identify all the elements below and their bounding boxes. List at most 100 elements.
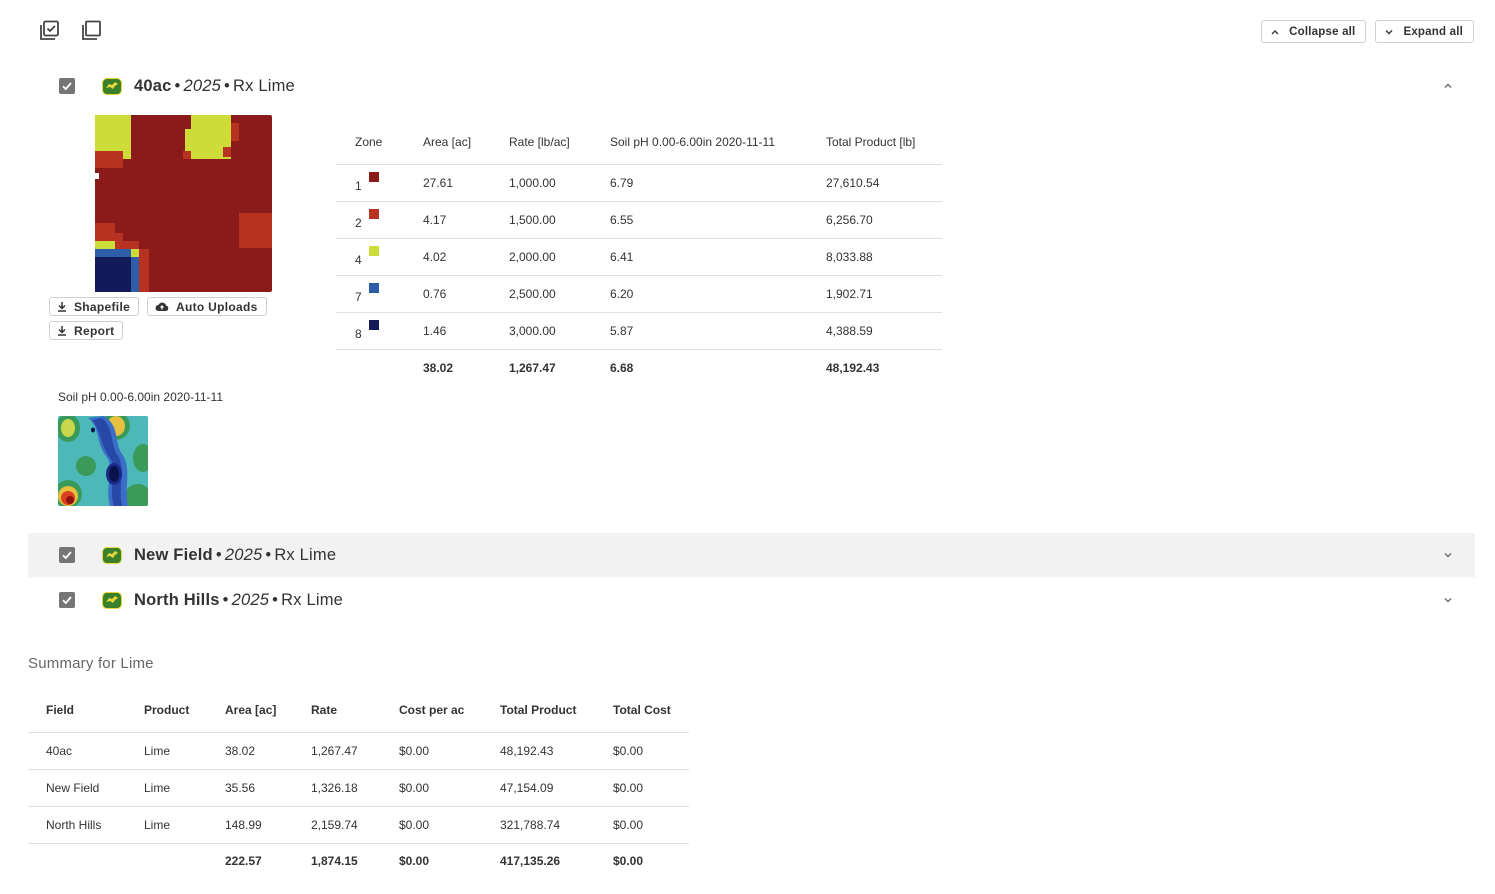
chevron-up-icon[interactable] xyxy=(1441,79,1455,93)
chevron-down-icon[interactable] xyxy=(1441,548,1455,562)
zone-rate: 1,000.00 xyxy=(490,164,591,202)
zone-area: 4.02 xyxy=(404,238,490,276)
zone-total: 4,388.59 xyxy=(807,312,942,350)
separator: • xyxy=(174,76,181,95)
john-deere-logo xyxy=(102,591,122,609)
summary-product: Lime xyxy=(126,806,207,844)
zone-row: 4 4.02 2,000.00 6.41 8,033.88 xyxy=(336,238,942,276)
zone-row: 8 1.46 3,000.00 5.87 4,388.59 xyxy=(336,312,942,350)
john-deere-logo xyxy=(102,546,122,564)
summary-product: Lime xyxy=(126,769,207,807)
zone-ph: 6.20 xyxy=(591,275,807,313)
summary-field: North Hills xyxy=(28,806,126,844)
download-shapefile-button[interactable]: Shapefile xyxy=(49,297,140,316)
summary-total-product-header: Total Product xyxy=(482,688,595,733)
summary-totals-row: 222.57 1,874.15 $0.00 417,135.26 $0.00 xyxy=(28,843,689,879)
summary-title: Summary for Lime xyxy=(28,655,154,672)
zone-total-product: 48,192.43 xyxy=(826,360,880,375)
field-checkbox[interactable] xyxy=(59,592,75,608)
zone-color-swatch xyxy=(368,209,379,219)
chevron-up-icon xyxy=(1271,29,1279,34)
zone-total-rate: 1,267.47 xyxy=(509,360,556,375)
summary-table: Field Product Area [ac] Rate Cost per ac… xyxy=(28,688,689,879)
separator: • xyxy=(272,590,279,609)
zone-id: 2 xyxy=(355,216,362,230)
zone-rate: 2,500.00 xyxy=(490,275,591,313)
summary-area-header: Area [ac] xyxy=(207,688,293,733)
summary-total-area: 222.57 xyxy=(225,854,262,869)
select-all-icon[interactable] xyxy=(38,19,60,41)
zone-row: 2 4.17 1,500.00 6.55 6,256.70 xyxy=(336,201,942,239)
field-header-new-field[interactable]: New Field • 2025 • Rx Lime xyxy=(28,533,1475,577)
summary-total-rate: 1,874.15 xyxy=(311,854,358,869)
auto-uploads-label: Auto Uploads xyxy=(176,299,258,314)
zone-table-header: Zone Area [ac] Rate [lb/ac] Soil pH 0.00… xyxy=(336,120,942,165)
summary-total-product: 47,154.09 xyxy=(482,769,595,807)
summary-cost-per-ac: $0.00 xyxy=(381,806,482,844)
summary-total-product: 48,192.43 xyxy=(482,732,595,770)
expand-all-label: Expand all xyxy=(1403,25,1463,38)
zone-color-swatch xyxy=(368,283,379,293)
zone-total: 6,256.70 xyxy=(807,201,942,239)
summary-rate: 1,267.47 xyxy=(293,732,381,770)
zone-color-swatch xyxy=(368,246,379,256)
zone-col-header: Zone xyxy=(336,120,404,165)
field-checkbox[interactable] xyxy=(59,78,75,94)
zone-total-area: 38.02 xyxy=(423,360,454,375)
download-report-button[interactable]: Report xyxy=(49,321,124,340)
zone-area: 27.61 xyxy=(404,164,490,202)
summary-product-header: Product xyxy=(126,688,207,733)
summary-cost-per-ac: $0.00 xyxy=(381,769,482,807)
summary-total-product xyxy=(126,843,207,879)
rx-zone-map xyxy=(95,115,272,292)
field-name: New Field xyxy=(134,545,213,564)
collapse-all-button[interactable]: Collapse all xyxy=(1261,20,1367,43)
summary-row: North Hills Lime 148.99 2,159.74 $0.00 321,78… xyxy=(28,806,689,844)
zone-area: 4.17 xyxy=(404,201,490,239)
soil-ph-map xyxy=(58,416,148,506)
summary-field: New Field xyxy=(28,769,126,807)
auto-uploads-button[interactable]: Auto Uploads xyxy=(147,297,267,316)
shapefile-label: Shapefile xyxy=(74,299,131,314)
separator: • xyxy=(224,76,230,95)
field-title: New Field • 2025 • Rx Lime xyxy=(134,546,336,565)
zone-ph: 6.41 xyxy=(591,238,807,276)
summary-total-product: 321,788.74 xyxy=(482,806,595,844)
summary-area: 38.02 xyxy=(207,732,293,770)
rate-col-header: Rate [lb/ac] xyxy=(490,120,591,165)
zone-row: 1 27.61 1,000.00 6.79 27,610.54 xyxy=(336,164,942,202)
zone-rate: 2,000.00 xyxy=(490,238,591,276)
field-title: North Hills • 2025 • Rx Lime xyxy=(134,591,343,610)
zone-ph: 6.55 xyxy=(591,201,807,239)
field-header-40ac[interactable]: 40ac • 2025 • Rx Lime xyxy=(28,64,1475,108)
summary-total-field xyxy=(28,843,126,879)
copy-icon[interactable] xyxy=(80,19,102,41)
zone-id: 1 xyxy=(355,179,362,193)
zone-totals-blank xyxy=(336,349,404,386)
zone-id: 7 xyxy=(355,290,362,304)
field-rx: Rx Lime xyxy=(281,590,344,609)
zone-totals-row: 38.02 1,267.47 6.68 48,192.43 xyxy=(336,349,942,386)
check-icon xyxy=(62,596,72,605)
zone-area: 1.46 xyxy=(404,312,490,350)
summary-total-total-cost: $0.00 xyxy=(613,854,644,869)
zone-rate: 3,000.00 xyxy=(490,312,591,350)
summary-field: 40ac xyxy=(28,732,126,770)
summary-area: 35.56 xyxy=(207,769,293,807)
field-checkbox[interactable] xyxy=(59,547,75,563)
summary-rate: 1,326.18 xyxy=(293,769,381,807)
summary-product: Lime xyxy=(126,732,207,770)
summary-total-cost: $0.00 xyxy=(595,769,689,807)
chevron-down-icon[interactable] xyxy=(1441,593,1455,607)
ph-layer-label: Soil pH 0.00-6.00in 2020-11-11 xyxy=(58,390,223,404)
zone-table: Zone Area [ac] Rate [lb/ac] Soil pH 0.00… xyxy=(336,120,942,386)
field-header-north-hills[interactable]: North Hills • 2025 • Rx Lime xyxy=(28,578,1475,622)
expand-all-button[interactable]: Expand all xyxy=(1375,20,1474,43)
zone-color-swatch xyxy=(368,172,379,182)
summary-row: 40ac Lime 38.02 1,267.47 $0.00 48,192.43 $0.00 xyxy=(28,732,689,770)
zone-ph: 6.79 xyxy=(591,164,807,202)
summary-total-cost: $0.00 xyxy=(595,732,689,770)
field-rx: Rx Lime xyxy=(233,76,295,95)
check-icon xyxy=(62,82,72,91)
field-rx: Rx Lime xyxy=(274,545,337,564)
